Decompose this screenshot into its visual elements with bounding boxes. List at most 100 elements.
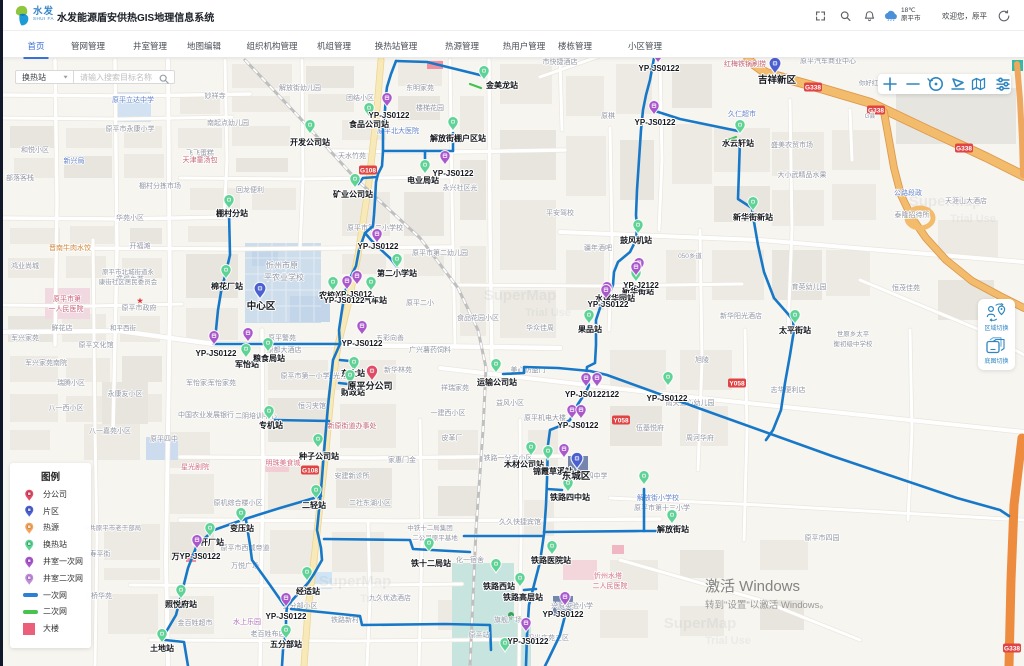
svg-text:一建西小区: 一建西小区 <box>431 408 466 417</box>
svg-text:G338: G338 <box>805 85 821 92</box>
svg-text:原平汽车商业中心: 原平汽车商业中心 <box>800 58 856 65</box>
svg-text:万YP-JS0122: 万YP-JS0122 <box>171 552 221 561</box>
svg-text:忻州市原: 忻州市原 <box>266 260 298 270</box>
svg-text:楼梯花园: 楼梯花园 <box>416 103 444 112</box>
svg-text:旭陵: 旭陵 <box>695 355 709 364</box>
svg-text:原平市西城帝道: 原平市西城帝道 <box>221 543 270 552</box>
svg-text:YP-JS0122122: YP-JS0122122 <box>565 390 620 399</box>
svg-text:原平分公司: 原平分公司 <box>347 380 392 391</box>
svg-text:棚村分站: 棚村分站 <box>216 208 248 218</box>
svg-text:专机站: 专机站 <box>259 420 283 430</box>
svg-text:种子公司站: 种子公司站 <box>298 451 339 461</box>
svg-text:五分部站: 五分部站 <box>270 639 302 649</box>
svg-text:久仁超市: 久仁超市 <box>728 109 756 118</box>
svg-text:矿业公司站: 矿业公司站 <box>333 189 373 199</box>
svg-text:Y058: Y058 <box>613 418 629 425</box>
svg-text:铁十二局站: 铁十二局站 <box>411 558 451 568</box>
svg-text:皮革厂: 皮革厂 <box>442 433 463 442</box>
svg-text:原平市永康小学: 原平市永康小学 <box>106 124 155 133</box>
svg-text:家惠门金: 家惠门金 <box>388 455 416 464</box>
svg-text:和平西街: 和平西街 <box>110 323 137 332</box>
svg-text:YP-JS0122: YP-JS0122 <box>369 111 410 120</box>
svg-text:旗舰广场: 旗舰广场 <box>494 615 522 624</box>
svg-text:新华林苑: 新华林苑 <box>384 365 412 374</box>
svg-text:粮食局站: 粮食局站 <box>253 353 285 363</box>
svg-text:恒习夹馆: 恒习夹馆 <box>298 401 326 410</box>
svg-text:棚村分拣市场: 棚村分拣市场 <box>139 181 181 190</box>
svg-text:G县: G县 <box>865 113 876 120</box>
svg-text:永康友小区: 永康友小区 <box>108 389 143 398</box>
svg-text:化一宿舍: 化一宿舍 <box>456 555 484 564</box>
svg-text:鼓风机站: 鼓风机站 <box>620 235 652 245</box>
svg-text:军兴家苑: 军兴家苑 <box>11 333 39 342</box>
svg-text:周河华府: 周河华府 <box>686 433 714 442</box>
svg-text:广兴薯药饲料: 广兴薯药饲料 <box>409 345 451 354</box>
svg-text:Trial Use: Trial Use <box>525 307 571 319</box>
svg-text:新原街道办事处: 新原街道办事处 <box>328 421 377 430</box>
svg-text:第二小学站: 第二小学站 <box>377 268 417 278</box>
svg-text:原平市北城街道永: 原平市北城街道永 <box>102 267 155 276</box>
svg-text:铁路医院站: 铁路医院站 <box>531 555 571 565</box>
svg-text:金美龙站: 金美龙站 <box>485 80 518 90</box>
svg-text:新华街新站: 新华街新站 <box>733 212 773 222</box>
svg-text:天津童汤包: 天津童汤包 <box>183 155 218 164</box>
svg-text:忻州水塔: 忻州水塔 <box>594 571 622 580</box>
svg-text:YP-JS0122: YP-JS0122 <box>342 339 383 348</box>
svg-text:回龙便利: 回龙便利 <box>236 185 264 194</box>
svg-text:天水竹苑: 天水竹苑 <box>338 151 366 160</box>
svg-text:东明家苑: 东明家苑 <box>406 83 434 92</box>
svg-text:老百姓布店: 老百姓布店 <box>251 629 286 638</box>
svg-text:盛美农贸市场: 盛美农贸市场 <box>771 140 813 149</box>
svg-text:红梅铁锅刷捞: 红梅铁锅刷捞 <box>724 59 766 68</box>
svg-text:中铁十二局集团: 中铁十二局集团 <box>407 523 453 532</box>
svg-text:鲜花店: 鲜花店 <box>52 323 73 332</box>
svg-text:Trial Use: Trial Use <box>950 213 996 225</box>
svg-text:大小武精品水果: 大小武精品水果 <box>778 170 827 179</box>
svg-text:原平市第二幼儿园: 原平市第二幼儿园 <box>412 248 468 257</box>
svg-text:八一西小区: 八一西小区 <box>49 403 84 412</box>
svg-text:军兴家苑南院: 军兴家苑南院 <box>25 358 67 367</box>
svg-text:铁路四中站: 铁路四中站 <box>550 492 590 502</box>
svg-text:原平市四园: 原平市四园 <box>805 533 840 542</box>
svg-text:和悦小区: 和悦小区 <box>21 145 49 154</box>
svg-text:中国农业发展银行: 中国农业发展银行 <box>178 410 234 419</box>
svg-text:天涯山大酒店: 天涯山大酒店 <box>945 196 987 205</box>
svg-text:原平市第: 原平市第 <box>53 294 81 303</box>
svg-text:疆年酒吧: 疆年酒吧 <box>584 243 612 252</box>
svg-text:SuperMap: SuperMap <box>319 573 392 590</box>
svg-text:原平二小: 原平二小 <box>406 298 434 307</box>
svg-text:育英幼儿园: 育英幼儿园 <box>792 282 827 291</box>
svg-text:土地站: 土地站 <box>150 643 174 653</box>
svg-text:解放街站: 解放街站 <box>657 524 689 534</box>
svg-text:衡初级中学校: 衡初级中学校 <box>834 339 874 348</box>
svg-text:二人民医院: 二人民医院 <box>593 581 628 590</box>
svg-text:050乡道: 050乡道 <box>678 251 702 260</box>
svg-text:南起点幼儿园: 南起点幼儿园 <box>207 118 249 127</box>
svg-text:铁路西站: 铁路西站 <box>483 581 515 591</box>
svg-text:星光剧院: 星光剧院 <box>181 462 209 471</box>
svg-text:Trial Use: Trial Use <box>705 635 751 647</box>
svg-text:开发公司站: 开发公司站 <box>290 137 330 147</box>
svg-text:金百姓超市: 金百姓超市 <box>178 618 213 627</box>
svg-text:新兴局: 新兴局 <box>64 156 85 165</box>
svg-text:水上乐园: 水上乐园 <box>233 617 261 626</box>
svg-text:寿平街: 寿平街 <box>90 549 111 558</box>
svg-text:YP-JS0122: YP-JS0122 <box>358 242 399 251</box>
svg-text:久久快捷宾馆: 久久快捷宾馆 <box>499 517 541 526</box>
svg-text:平农业学校: 平农业学校 <box>264 272 304 282</box>
svg-text:祥瑞家苑: 祥瑞家苑 <box>441 383 469 392</box>
svg-text:华众佳周: 华众佳周 <box>526 323 554 332</box>
svg-text:晋南牛肉水饺: 晋南牛肉水饺 <box>49 243 91 252</box>
svg-text:一人民医院: 一人民医院 <box>49 304 84 313</box>
svg-text:变压站: 变压站 <box>230 523 254 533</box>
svg-text:军怡家苑: 军怡家苑 <box>208 378 236 387</box>
svg-text:妙祥寺: 妙祥寺 <box>205 91 226 100</box>
svg-text:YP-J2122: YP-J2122 <box>623 281 659 290</box>
svg-text:G338: G338 <box>1004 646 1020 653</box>
svg-text:康街社区居民委员会: 康街社区居民委员会 <box>99 277 158 286</box>
svg-text:益风小区: 益风小区 <box>496 398 524 407</box>
svg-text:开福滩: 开福滩 <box>130 241 151 250</box>
svg-text:鸿业尚城: 鸿业尚城 <box>11 261 39 270</box>
svg-text:东城区: 东城区 <box>562 470 591 482</box>
svg-text:二社东湖小区: 二社东湖小区 <box>349 498 391 507</box>
